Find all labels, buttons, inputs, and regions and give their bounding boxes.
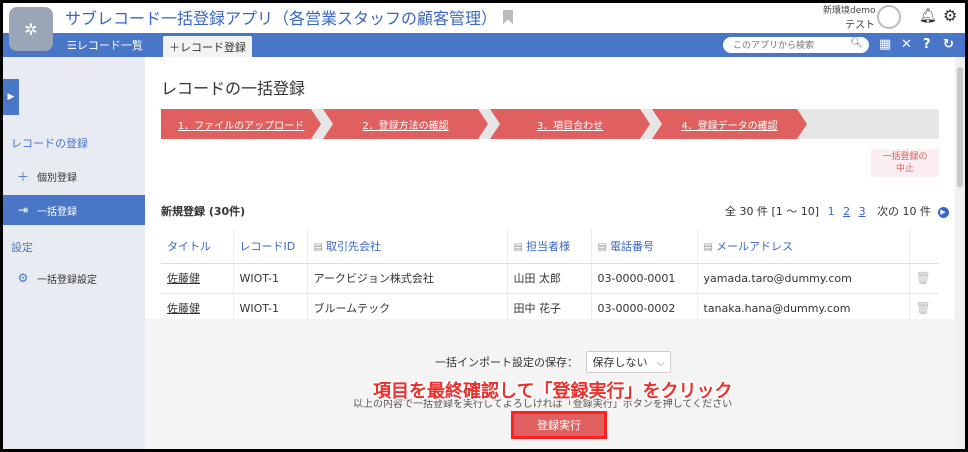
- document-icon: ▤: [703, 241, 713, 253]
- sidebar-section-settings: 設定: [11, 241, 33, 254]
- cancel-label-line1: 一括登録の: [882, 152, 928, 162]
- cancel-label-line2: 中止: [895, 164, 914, 174]
- bookmark-icon[interactable]: [503, 10, 513, 24]
- search-icon[interactable]: 🔍︎: [850, 38, 863, 49]
- step-data-confirm[interactable]: 4．登録データの確認: [652, 109, 807, 139]
- app-toolbar: ☰レコード一覧 ＋レコード登録 🔍︎ ▦ ✕ ? ↻: [3, 33, 965, 57]
- sidebar-item-bulk-register[interactable]: ⇥ 一括登録: [3, 195, 145, 225]
- table-row: 佐藤健 WIOT-1 アークビジョン株式会社 山田 太郎 03-0000-000…: [161, 263, 939, 294]
- annotation-callout: 項目を最終確認して「登録実行」をクリック: [373, 381, 733, 402]
- search-box: 🔍︎: [723, 37, 869, 54]
- save-setting-label: 一括インポート設定の保存：: [435, 356, 578, 369]
- trash-icon[interactable]: 🗑︎: [916, 271, 931, 285]
- column-header: ▤ メールアドレス: [696, 229, 909, 264]
- app-icon: ✲: [9, 7, 53, 51]
- refresh-icon[interactable]: ↻: [943, 37, 954, 52]
- step-progress: 1．ファイルのアップロード 2．登録方法の確認 3．項目合わせ 4．登録データの…: [161, 109, 939, 139]
- tab-record-register[interactable]: ＋レコード登録: [163, 36, 252, 57]
- chevron-down-icon: ⌵: [657, 359, 665, 369]
- grid-icon[interactable]: ▦: [879, 37, 891, 52]
- column-header: ▤ 電話番号: [590, 229, 697, 264]
- sidebar-section-register: レコードの登録: [11, 137, 88, 150]
- document-icon: ▤: [597, 241, 607, 253]
- step-register-method[interactable]: 2．登録方法の確認: [323, 109, 488, 139]
- cell-actions: 🗑︎: [908, 263, 939, 294]
- page-link-1[interactable]: 1: [828, 205, 835, 218]
- tools-icon[interactable]: ✕: [901, 37, 912, 52]
- tab-record-list[interactable]: ☰レコード一覧: [67, 37, 143, 53]
- gear-icon: ⚙: [17, 271, 29, 285]
- new-record-count: 新規登録 (30件): [161, 205, 246, 218]
- execute-register-button[interactable]: 登録実行: [511, 411, 607, 439]
- cell-record-id: WIOT-1: [232, 263, 307, 294]
- document-icon: ▤: [313, 241, 323, 253]
- sidebar-item-label: 一括登録設定: [37, 274, 97, 286]
- plus-icon: ＋: [16, 169, 29, 184]
- pagination-summary: 全 30 件 [1 ～ 10]: [725, 205, 820, 218]
- cell-title[interactable]: 佐藤健: [161, 263, 233, 294]
- gear-icon[interactable]: ⚙: [943, 6, 957, 25]
- scrollbar-thumb[interactable]: [957, 67, 963, 187]
- column-header: タイトル: [161, 229, 233, 264]
- help-icon[interactable]: ?: [923, 37, 931, 52]
- save-setting-select[interactable]: 保存しない ⌵: [585, 351, 672, 373]
- environment-label: 新環境demo: [823, 6, 876, 16]
- trash-icon[interactable]: 🗑︎: [916, 301, 931, 315]
- records-table: タイトル レコードID ▤ 取引先会社 ▤ 担当者様 ▤ 電話番号 ▤ メールアドレス …: [161, 229, 939, 324]
- next-arrow-icon[interactable]: ▶: [937, 206, 949, 218]
- document-icon: ▤: [513, 241, 523, 253]
- search-input[interactable]: [723, 38, 843, 54]
- page-link-3[interactable]: 3: [859, 205, 866, 218]
- step-file-upload[interactable]: 1．ファイルのアップロード: [161, 109, 321, 139]
- column-header: ▤ 担当者様: [506, 229, 591, 264]
- user-name[interactable]: テスト: [845, 16, 875, 31]
- app-window: ✲ サブレコード一括登録アプリ（各営業スタッフの顧客管理） 新環境demo テス…: [3, 3, 965, 449]
- app-title: サブレコード一括登録アプリ（各営業スタッフの顧客管理）: [65, 9, 498, 28]
- sidebar-item-bulk-settings[interactable]: ⚙ 一括登録設定: [3, 263, 145, 293]
- column-header: ▤ 取引先会社: [306, 229, 507, 264]
- pagination: 全 30 件 [1 ～ 10] 1 2 3 次の 10 件 ▶: [725, 203, 949, 219]
- cell-company: アークビジョン株式会社: [306, 263, 507, 294]
- main-content: レコードの一括登録 1．ファイルのアップロード 2．登録方法の確認 3．項目合わ…: [145, 57, 955, 449]
- sidebar-item-single-register[interactable]: ＋ 個別登録: [3, 161, 145, 191]
- scrollbar[interactable]: [955, 57, 965, 449]
- cell-contact: 山田 太郎: [506, 263, 591, 294]
- sidebar: ▶ レコードの登録 ＋ 個別登録 ⇥ 一括登録 設定 ⚙ 一括登録設定: [3, 57, 145, 449]
- next-page-link[interactable]: 次の 10 件: [877, 205, 931, 218]
- save-setting: 一括インポート設定の保存： 保存しない ⌵: [435, 351, 672, 373]
- app-header: ✲ サブレコード一括登録アプリ（各営業スタッフの顧客管理） 新環境demo テス…: [3, 3, 965, 51]
- cell-email: yamada.taro@dummy.com: [696, 263, 909, 294]
- table-header-row: タイトル レコードID ▤ 取引先会社 ▤ 担当者様 ▤ 電話番号 ▤ メールアドレス: [161, 229, 939, 264]
- footer-panel: 一括インポート設定の保存： 保存しない ⌵ 以上の内容で一括登録を実行してよろしけ…: [145, 319, 955, 449]
- sidebar-toggle-button[interactable]: ▶: [3, 79, 19, 115]
- sidebar-item-label: 個別登録: [37, 172, 77, 184]
- bell-icon[interactable]: 🔔︎: [919, 8, 937, 24]
- step-field-mapping[interactable]: 3．項目合わせ: [490, 109, 650, 139]
- save-setting-value: 保存しない: [592, 356, 648, 369]
- avatar[interactable]: [877, 5, 901, 29]
- cell-phone: 03-0000-0001: [590, 263, 697, 294]
- page-title: レコードの一括登録: [161, 79, 306, 98]
- import-icon: ⇥: [17, 203, 29, 217]
- page-link-2[interactable]: 2: [843, 205, 850, 218]
- sidebar-item-label: 一括登録: [37, 206, 77, 218]
- column-header-actions: [908, 229, 939, 264]
- column-header: レコードID: [232, 229, 307, 264]
- cancel-bulk-button[interactable]: 一括登録の 中止: [871, 149, 939, 177]
